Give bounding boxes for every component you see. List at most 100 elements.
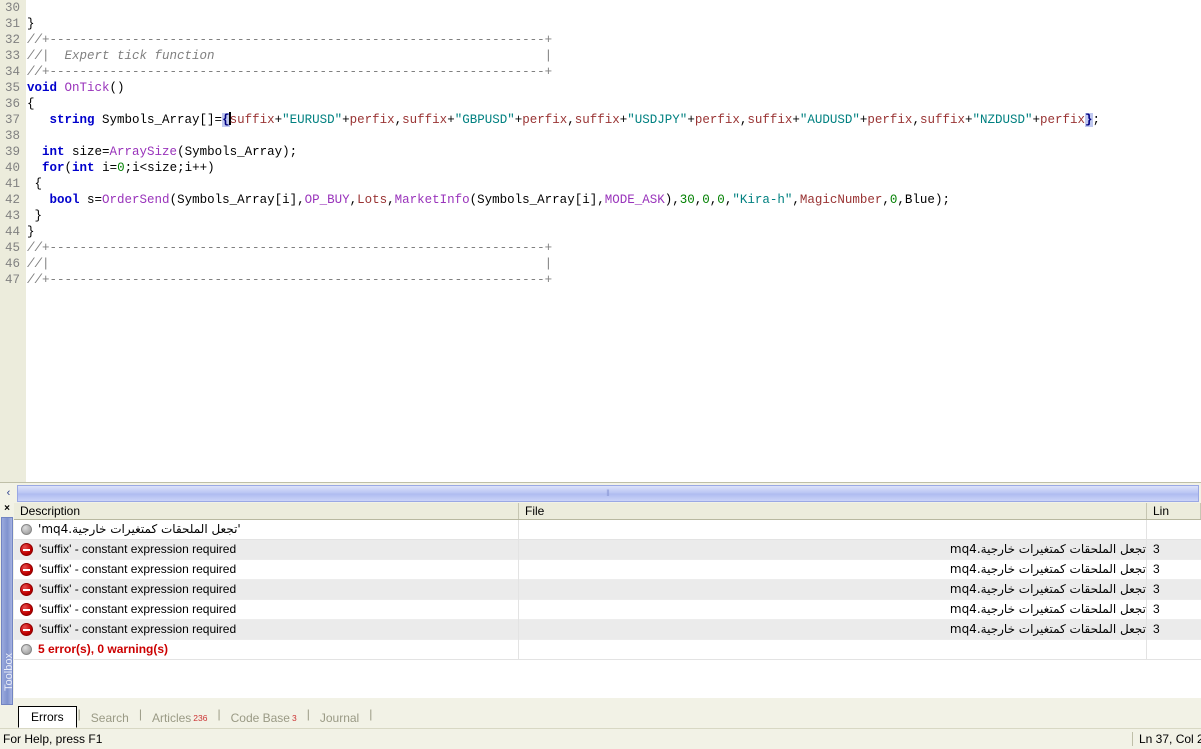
code-line-text[interactable]: //+-------------------------------------… (24, 240, 1100, 256)
code-line-text[interactable]: //+-------------------------------------… (24, 32, 1100, 48)
code-token (27, 161, 42, 175)
error-line-cell (1147, 520, 1201, 540)
tab-errors[interactable]: Errors (18, 706, 77, 728)
code-token: ), (665, 193, 680, 207)
code-line-text[interactable]: } (24, 224, 1100, 240)
code-line: 37 string Symbols_Array[]={suffix+"EURUS… (0, 112, 1100, 128)
error-description-text: 'suffix' - constant expression required (39, 560, 236, 579)
code-line-text[interactable] (24, 128, 1100, 144)
tab-label: Code Base (231, 710, 290, 726)
tab-journal[interactable]: Journal (311, 708, 368, 728)
code-token: string (50, 113, 95, 127)
code-token: + (687, 113, 695, 127)
error-description-cell: 'suffix' - constant expression required (14, 580, 519, 600)
tab-articles[interactable]: Articles236 (143, 708, 217, 728)
toolbox-tabbar: Errors|Search|Articles236|Code Base3|Jou… (14, 703, 1201, 728)
tab-separator: | (368, 707, 373, 725)
scrollbar-thumb[interactable]: ‖ (17, 485, 1199, 502)
line-number: 36 (0, 96, 24, 112)
code-token: , (912, 113, 920, 127)
table-row[interactable]: 'suffix' - constant expression requiredت… (14, 540, 1201, 560)
tab-code-base[interactable]: Code Base3 (222, 708, 306, 728)
code-token: perfix (350, 113, 395, 127)
code-token: + (342, 113, 350, 127)
code-token: 0 (117, 161, 125, 175)
toolbox-panel: × Toolbox Description File Lin 'تجعل الم… (0, 503, 1201, 728)
line-number: 31 (0, 16, 24, 32)
tab-badge: 236 (193, 710, 207, 726)
code-line-text[interactable]: { (24, 176, 1100, 192)
errors-list-body[interactable]: 'تجعل الملحقات كمتغيرات خارجية.mq4''suff… (14, 520, 1201, 698)
scrollbar-track[interactable]: ‖ (17, 485, 1199, 502)
code-line-text[interactable]: } (24, 16, 1100, 32)
table-row[interactable]: 'suffix' - constant expression requiredت… (14, 600, 1201, 620)
error-file-cell: تجعل الملحقات كمتغيرات خارجية.mq4 (519, 620, 1147, 640)
column-header-line[interactable]: Lin (1147, 503, 1201, 519)
table-row[interactable]: 'suffix' - constant expression requiredت… (14, 620, 1201, 640)
code-line-text[interactable]: //| Expert tick function | (24, 48, 1100, 64)
code-line-text[interactable]: } (24, 208, 1100, 224)
scroll-left-arrow-icon[interactable]: ‹ (0, 484, 17, 503)
code-token: } (27, 209, 42, 223)
error-icon (20, 583, 33, 596)
code-line-text[interactable]: for(int i=0;i<size;i++) (24, 160, 1100, 176)
error-icon (20, 563, 33, 576)
code-token: suffix (747, 113, 792, 127)
editor-horizontal-scrollbar[interactable]: ‹ ‖ (0, 482, 1201, 503)
code-line-text[interactable] (24, 0, 1100, 16)
code-token: + (1033, 113, 1041, 127)
code-token: suffix (920, 113, 965, 127)
code-token: OP_BUY (305, 193, 350, 207)
code-token: , (350, 193, 358, 207)
tab-label: Articles (152, 710, 191, 726)
error-file-cell: تجعل الملحقات كمتغيرات خارجية.mq4 (519, 600, 1147, 620)
code-line: 40 for(int i=0;i<size;i++) (0, 160, 1100, 176)
code-token: (Symbols_Array[i], (470, 193, 605, 207)
code-token: ); (935, 193, 950, 207)
error-file-cell: تجعل الملحقات كمتغيرات خارجية.mq4 (519, 560, 1147, 580)
close-icon[interactable]: × (0, 503, 14, 517)
error-description-cell: 'suffix' - constant expression required (14, 620, 519, 640)
table-row[interactable]: 5 error(s), 0 warning(s) (14, 640, 1201, 660)
code-line-text[interactable]: string Symbols_Array[]={suffix+"EURUSD"+… (24, 112, 1100, 128)
code-line-text[interactable]: { (24, 96, 1100, 112)
line-number: 38 (0, 128, 24, 144)
code-token: + (275, 113, 283, 127)
info-icon (21, 524, 32, 535)
table-row[interactable]: 'suffix' - constant expression requiredت… (14, 580, 1201, 600)
code-token: perfix (695, 113, 740, 127)
code-token: //+-------------------------------------… (27, 65, 552, 79)
code-line-text[interactable]: bool s=OrderSend(Symbols_Array[i],OP_BUY… (24, 192, 1100, 208)
table-row[interactable]: 'suffix' - constant expression required ت… (14, 560, 1201, 580)
code-token: MarketInfo (395, 193, 470, 207)
code-line-text[interactable]: //+-------------------------------------… (24, 272, 1100, 288)
error-line-cell: 3 (1147, 560, 1201, 580)
tab-badge: 3 (292, 710, 297, 726)
toolbox-vertical-tab[interactable]: Toolbox (1, 517, 13, 705)
code-line-text[interactable]: //| | (24, 256, 1100, 272)
code-editor[interactable]: 30 31}32//+-----------------------------… (0, 0, 1201, 482)
code-line-text[interactable]: //+-------------------------------------… (24, 64, 1100, 80)
code-line: 35void OnTick() (0, 80, 1100, 96)
error-description-text: 'suffix' - constant expression required (39, 540, 236, 559)
column-header-file[interactable]: File (519, 503, 1147, 519)
error-file-cell (519, 640, 1147, 660)
line-number: 42 (0, 192, 24, 208)
line-number: 45 (0, 240, 24, 256)
error-description-cell: 'suffix' - constant expression required (14, 600, 519, 620)
status-help-text: For Help, press F1 (0, 732, 1126, 746)
table-row[interactable]: 'تجعل الملحقات كمتغيرات خارجية.mq4' (14, 520, 1201, 540)
code-line-text[interactable]: void OnTick() (24, 80, 1100, 96)
code-token: Symbols_Array[]= (95, 113, 223, 127)
tab-search[interactable]: Search (82, 708, 138, 728)
code-line: 47//+-----------------------------------… (0, 272, 1100, 288)
code-token: , (882, 193, 890, 207)
column-header-description[interactable]: Description (14, 503, 519, 519)
code-line: 34//+-----------------------------------… (0, 64, 1100, 80)
toolbox-side-strip: × Toolbox (0, 503, 14, 728)
code-line: 43 } (0, 208, 1100, 224)
error-description-cell: 'suffix' - constant expression required (14, 540, 519, 560)
code-line-text[interactable]: int size=ArraySize(Symbols_Array); (24, 144, 1100, 160)
error-line-cell: 3 (1147, 600, 1201, 620)
status-cursor-position: Ln 37, Col 2 (1139, 732, 1201, 746)
